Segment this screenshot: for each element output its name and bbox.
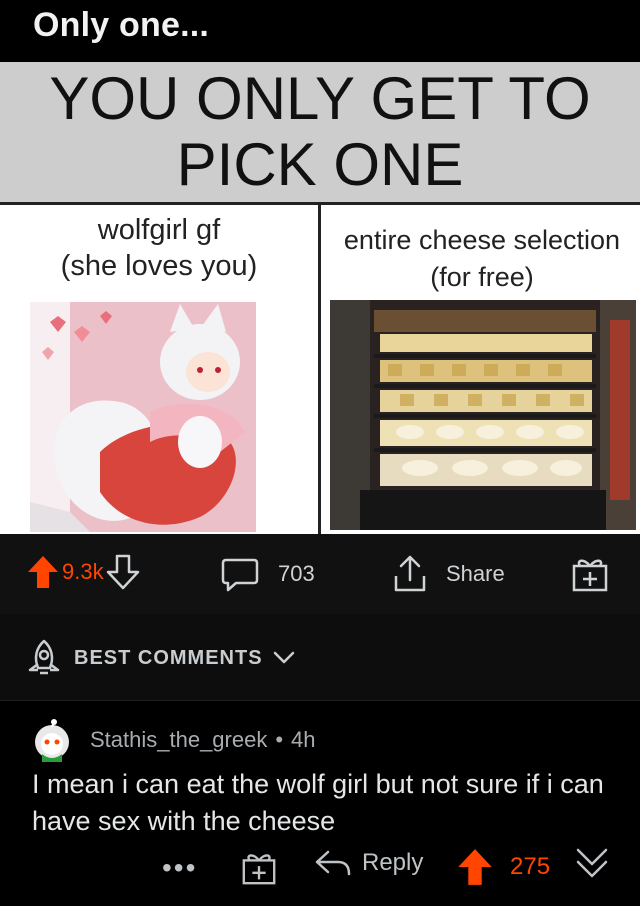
vote-control: 9.3k bbox=[26, 554, 140, 590]
reply-arrow-icon bbox=[314, 848, 352, 878]
meta-separator: • bbox=[275, 727, 284, 752]
post-title: Only one... bbox=[33, 6, 210, 44]
comment-header: Stathis_the_greek • 4h bbox=[32, 718, 316, 762]
meme-header: YOU ONLY GET TO PICK ONE bbox=[0, 62, 640, 205]
comment-award-icon[interactable] bbox=[240, 848, 278, 888]
gift-award-icon bbox=[570, 554, 610, 594]
comment-sort-selector[interactable]: BEST COMMENTS bbox=[26, 638, 295, 678]
meme-divider bbox=[318, 205, 321, 534]
comment-sort-bar: BEST COMMENTS bbox=[0, 614, 640, 701]
post-action-bar: 9.3k 703 Share bbox=[0, 534, 640, 614]
comment-action-bar: ••• Reply 275 bbox=[0, 840, 640, 896]
comment: Stathis_the_greek • 4h I mean i can eat … bbox=[0, 702, 640, 906]
share-label: Share bbox=[446, 561, 505, 586]
wolfgirl-illustration bbox=[30, 302, 256, 532]
meme-header-text: YOU ONLY GET TO PICK ONE bbox=[49, 65, 591, 198]
comment-vote-control: 275 bbox=[456, 846, 550, 888]
more-options-button[interactable]: ••• bbox=[162, 852, 197, 884]
share-icon bbox=[392, 554, 428, 594]
comment-upvote-icon[interactable] bbox=[456, 846, 494, 888]
collapse-thread-icon[interactable] bbox=[574, 844, 610, 884]
downvote-icon[interactable] bbox=[106, 554, 140, 590]
share-button[interactable]: Share bbox=[392, 554, 505, 594]
upvote-icon[interactable] bbox=[26, 554, 60, 590]
chevron-down-icon bbox=[273, 650, 295, 666]
comment-count: 703 bbox=[278, 561, 315, 586]
comment-bubble-icon bbox=[220, 554, 260, 594]
comment-score: 275 bbox=[510, 853, 551, 880]
upvote-count: 9.3k bbox=[62, 559, 104, 584]
left-caption: wolfgirl gf (she loves you) bbox=[60, 214, 258, 282]
right-caption: entire cheese selection (for free) bbox=[343, 225, 621, 292]
avatar[interactable] bbox=[32, 718, 72, 762]
comments-button[interactable]: 703 bbox=[220, 554, 315, 594]
comment-body: I mean i can eat the wolf girl but not s… bbox=[32, 769, 604, 836]
post-image[interactable]: YOU ONLY GET TO PICK ONE wolfgirl gf (sh… bbox=[0, 62, 640, 534]
cheese-display-photo bbox=[330, 300, 636, 530]
award-button[interactable] bbox=[570, 554, 610, 594]
comment-timestamp: 4h bbox=[291, 727, 316, 752]
rocket-icon bbox=[26, 638, 62, 678]
reply-label: Reply bbox=[362, 849, 424, 876]
reply-button[interactable]: Reply bbox=[314, 848, 423, 878]
sort-label: BEST COMMENTS bbox=[74, 646, 263, 669]
comment-username[interactable]: Stathis_the_greek bbox=[90, 727, 267, 753]
